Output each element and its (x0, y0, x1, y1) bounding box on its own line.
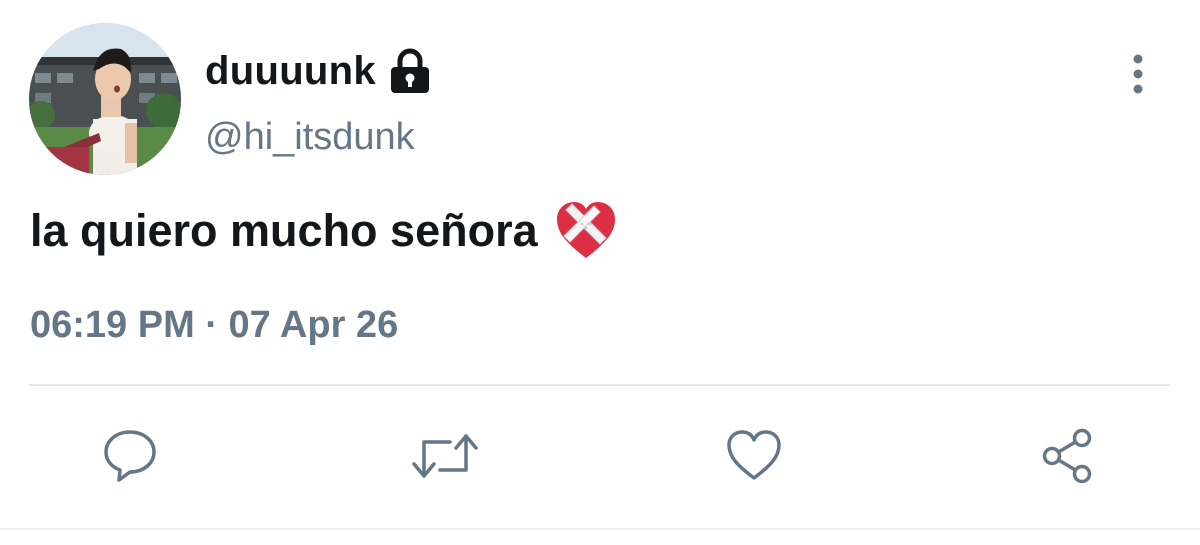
user-handle[interactable]: @hi_itsdunk (205, 116, 415, 159)
tweet-timestamp[interactable]: 06:19 PM · 07 Apr 26 (30, 304, 398, 347)
like-button[interactable] (724, 426, 784, 486)
tweet-card: duuuunk @hi_itsdunk la quiero mucho seño… (0, 0, 1200, 545)
avatar[interactable] (29, 23, 181, 175)
divider (29, 384, 1170, 386)
tweet-body: la quiero mucho señora (30, 200, 618, 262)
retweet-button[interactable] (410, 426, 478, 486)
lock-icon (388, 48, 432, 94)
tweet-text: la quiero mucho señora (30, 205, 538, 256)
heart-icon (727, 430, 781, 480)
display-name-text: duuuunk (205, 48, 376, 93)
display-name[interactable]: duuuunk (205, 48, 432, 94)
reply-button[interactable] (100, 426, 160, 486)
reply-icon (104, 430, 156, 482)
bottom-divider (0, 528, 1200, 530)
more-vertical-icon[interactable] (1124, 52, 1152, 96)
share-icon (1042, 428, 1092, 484)
retweet-icon (412, 434, 478, 478)
share-button[interactable] (1038, 426, 1098, 486)
mending-heart-icon (554, 200, 618, 262)
